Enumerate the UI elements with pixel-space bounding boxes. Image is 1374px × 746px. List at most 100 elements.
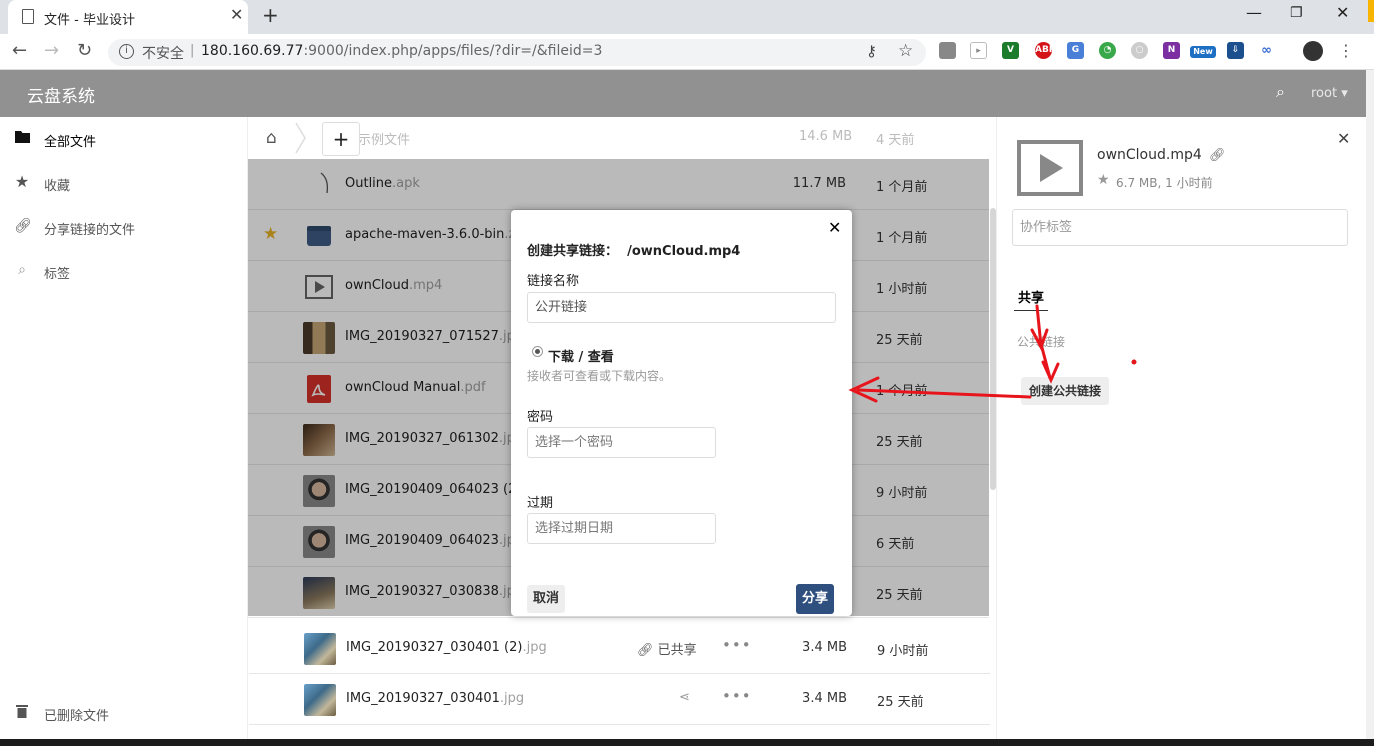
sidebar-item-shared-links[interactable]: 🔗︎ 分享链接的文件 — [0, 207, 248, 247]
extension-s-icon[interactable]: ⇩ — [1227, 42, 1244, 59]
sidebar-item-label: 已删除文件 — [44, 709, 110, 724]
password-label: 密码 — [527, 410, 554, 425]
address-bar[interactable]: i 不安全 | 180.160.69.77:9000/index.php/app… — [108, 39, 926, 66]
search-icon: ⌕ — [18, 262, 26, 278]
new-badge-icon[interactable]: New — [1190, 46, 1216, 58]
adblock-icon[interactable]: ABP — [1035, 42, 1055, 59]
more-actions-icon[interactable]: ••• — [722, 687, 752, 705]
extension-link-icon[interactable]: ∞ — [1258, 42, 1275, 59]
link-icon: 🔗︎ — [14, 218, 32, 234]
star-icon: ★ — [14, 172, 30, 191]
permission-hint: 接收者可查看或下载内容。 — [527, 369, 672, 383]
breadcrumb: ⌂ 示例文件 14.6 MB 4 天前 + — [248, 117, 996, 159]
url-text: 180.160.69.77:9000/index.php/apps/files/… — [201, 43, 602, 59]
link-name-input[interactable]: 公开链接 — [527, 292, 836, 323]
forward-icon[interactable]: → — [44, 40, 59, 61]
browser-tab-bar: 文件 - 毕业设计 ✕ + — ❐ ✕ — [0, 0, 1374, 34]
file-name[interactable]: IMG_20190327_030401.jpg — [346, 691, 524, 706]
search-icon[interactable]: ⌕ — [1276, 82, 1285, 102]
file-base-name: IMG_20190327_030401 (2) — [346, 640, 523, 655]
reload-icon[interactable]: ↻ — [77, 40, 92, 61]
details-file-name: ownCloud.mp4 — [1097, 147, 1202, 163]
file-base-name: IMG_20190327_030401 — [346, 691, 500, 706]
tab-underline — [1014, 310, 1048, 311]
extension-1-icon[interactable] — [939, 42, 956, 59]
sidebar-item-favorites[interactable]: ★ 收藏 — [0, 163, 248, 203]
extension-gear-icon[interactable]: ○ — [1131, 42, 1148, 59]
share-icon[interactable]: ⋖ — [679, 690, 690, 705]
dialog-title: 创建共享链接： /ownCloud.mp4 — [527, 240, 740, 259]
page-icon — [22, 9, 34, 24]
dialog-title-prefix: 创建共享链接： — [527, 244, 619, 259]
image-thumbnail — [304, 633, 336, 665]
expiry-date-input[interactable]: 选择过期日期 — [527, 513, 716, 544]
tab-title: 文件 - 毕业设计 — [44, 13, 135, 28]
link-icon[interactable]: 🔗︎ — [1209, 148, 1226, 163]
more-actions-icon[interactable]: ••• — [722, 636, 752, 654]
file-extension: .jpg — [522, 640, 547, 655]
close-tab-icon[interactable]: ✕ — [230, 5, 243, 24]
onenote-icon[interactable]: N — [1163, 42, 1180, 59]
video-thumbnail — [1017, 140, 1083, 196]
partial-row-size: 14.6 MB — [799, 129, 853, 144]
close-icon[interactable]: ✕ — [828, 218, 841, 237]
permission-label: 下载 / 查看 — [548, 350, 614, 365]
close-window-button[interactable]: ✕ — [1336, 3, 1349, 22]
favorite-star-icon[interactable]: ★ — [1097, 172, 1110, 188]
file-name[interactable]: IMG_20190327_030401 (2).jpg — [346, 640, 547, 655]
close-icon[interactable]: ✕ — [1337, 129, 1350, 148]
shared-label: 已共享 — [657, 643, 697, 658]
tab-share[interactable]: 共享 — [1018, 287, 1044, 306]
download-view-radio[interactable] — [532, 346, 543, 357]
extension-clock-icon[interactable]: ◔ — [1099, 42, 1116, 59]
partial-row-name: 示例文件 — [358, 133, 411, 148]
share-link-dialog: ✕ 创建共享链接： /ownCloud.mp4 链接名称 公开链接 下载 / 查… — [511, 210, 852, 616]
sidebar-item-label: 全部文件 — [44, 135, 97, 150]
create-public-link-button[interactable]: 创建公共链接 — [1021, 377, 1109, 405]
cancel-button[interactable]: 取消 — [527, 585, 565, 613]
new-button[interactable]: + — [322, 122, 360, 156]
sidebar-item-label: 标签 — [44, 267, 71, 282]
public-links-label: 公共链接 — [1017, 335, 1066, 349]
password-input[interactable]: 选择一个密码 — [527, 427, 716, 458]
browser-tab[interactable]: 文件 - 毕业设计 ✕ — [8, 0, 248, 34]
translate-icon[interactable]: G — [1067, 42, 1084, 59]
home-icon[interactable]: ⌂ — [266, 128, 277, 148]
tags-input[interactable]: 协作标签 — [1012, 209, 1348, 246]
app-title[interactable]: 云盘系统 — [27, 82, 95, 107]
browser-toolbar: ← → ↻ i 不安全 | 180.160.69.77:9000/index.p… — [0, 34, 1374, 70]
expiry-label: 过期 — [527, 496, 554, 511]
link-name-label: 链接名称 — [527, 274, 580, 289]
sidebar-item-label: 收藏 — [44, 179, 71, 194]
extension-v-icon[interactable]: V — [1002, 42, 1019, 59]
menu-icon[interactable]: ⋮ — [1338, 41, 1354, 60]
sidebar-item-all-files[interactable]: 全部文件 — [0, 119, 248, 159]
image-thumbnail — [304, 684, 336, 716]
app-header: 云盘系统 ⌕ root ▾ — [0, 70, 1366, 117]
folder-icon — [14, 130, 30, 146]
divider: | — [190, 43, 195, 58]
extension-2-icon[interactable]: ▸ — [970, 42, 987, 59]
user-menu[interactable]: root ▾ — [1311, 86, 1348, 101]
restore-button[interactable]: ❐ — [1290, 5, 1303, 21]
file-row[interactable]: IMG_20190327_030401.jpg ⋖ ••• 3.4 MB 25 天前 — [249, 674, 990, 725]
profile-avatar[interactable] — [1303, 41, 1323, 61]
page-scrollbar[interactable] — [1366, 70, 1374, 746]
new-tab-button[interactable]: + — [262, 3, 279, 27]
share-button[interactable]: 分享 — [796, 584, 834, 614]
sidebar-item-trash[interactable]: 已删除文件 — [0, 693, 248, 733]
sidebar-item-label: 分享链接的文件 — [44, 223, 136, 238]
key-icon[interactable]: ⚷ — [866, 42, 877, 60]
shared-indicator[interactable]: 🔗︎ 已共享 — [637, 639, 697, 658]
file-modified-time: 9 小时前 — [877, 644, 929, 659]
file-row[interactable]: IMG_20190327_030401 (2).jpg 🔗︎ 已共享 ••• 3.4 … — [249, 623, 990, 674]
back-icon[interactable]: ← — [12, 40, 27, 61]
file-size: 3.4 MB — [802, 691, 847, 706]
sidebar-item-tags[interactable]: ⌕ 标签 — [0, 251, 248, 291]
window-edge-accent — [1368, 0, 1374, 22]
info-icon[interactable]: i — [119, 44, 134, 59]
minimize-button[interactable]: — — [1246, 3, 1262, 22]
trash-icon — [14, 704, 30, 720]
file-modified-time: 25 天前 — [877, 695, 924, 710]
bookmark-star-icon[interactable]: ☆ — [898, 41, 913, 61]
